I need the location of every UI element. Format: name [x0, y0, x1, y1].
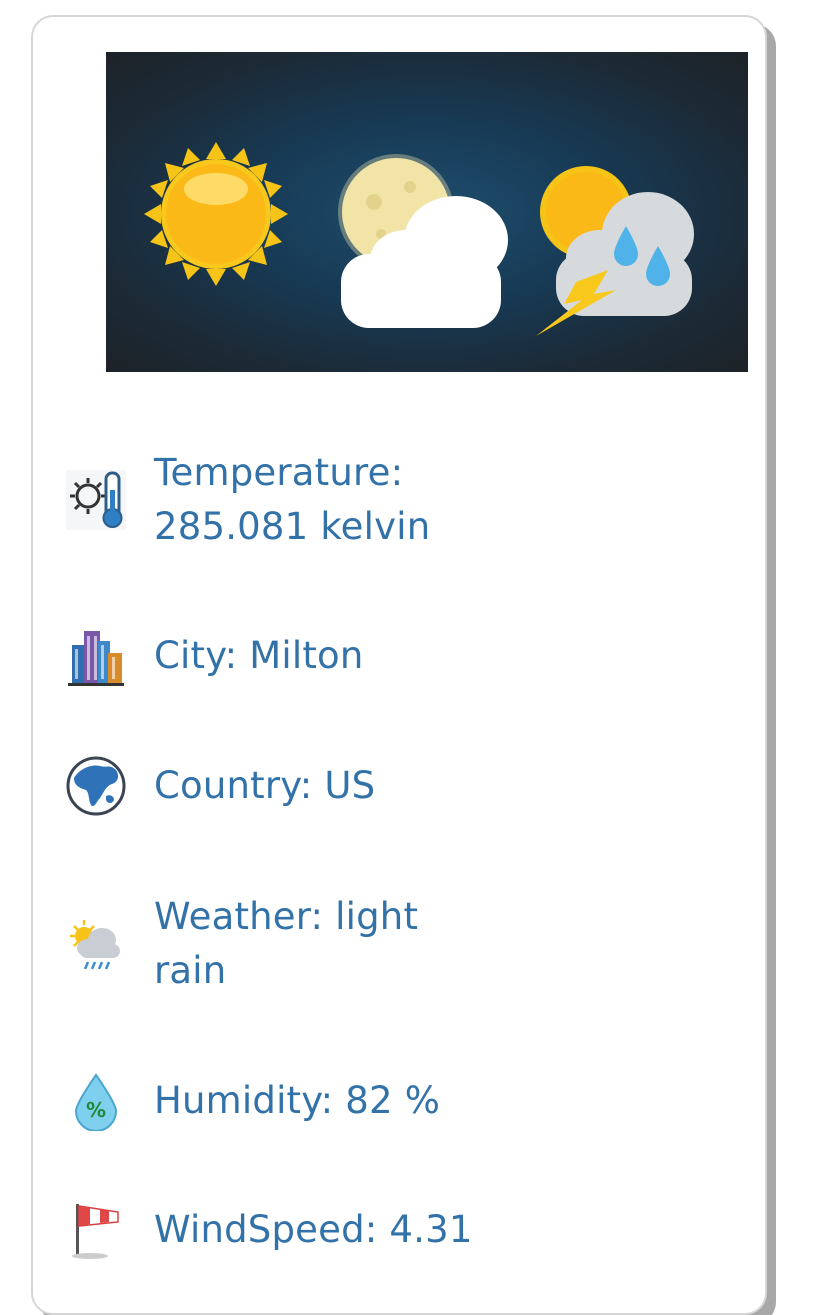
city-buildings-icon	[66, 627, 126, 687]
rain-cloud-icon	[66, 916, 126, 976]
globe-icon	[66, 756, 126, 816]
windspeed-label: WindSpeed: 4.31	[154, 1208, 473, 1251]
temperature-value: 285.081 kelvin	[154, 505, 431, 548]
moon-cloud-icon	[338, 154, 508, 328]
sun-icon	[144, 142, 288, 286]
humidity-label: Humidity: 82 %	[154, 1079, 441, 1122]
weather-banner-image	[106, 52, 748, 372]
temperature-label: Temperature: 285.081 kelvin	[154, 446, 430, 554]
temperature-line-1: Temperature:	[154, 451, 404, 494]
weather-line-1: Weather: light	[154, 895, 419, 938]
thermometer-icon	[66, 470, 126, 530]
city-label: City: Milton	[154, 634, 364, 677]
country-label: Country: US	[154, 764, 376, 807]
humidity-drop-icon: %	[66, 1071, 126, 1131]
storm-cloud-icon	[536, 166, 694, 336]
svg-text:%: %	[86, 1098, 106, 1122]
weather-value: rain	[154, 949, 227, 992]
windsock-icon	[66, 1200, 126, 1260]
weather-label: Weather: light rain	[154, 890, 418, 998]
weather-banner-art	[144, 142, 694, 336]
